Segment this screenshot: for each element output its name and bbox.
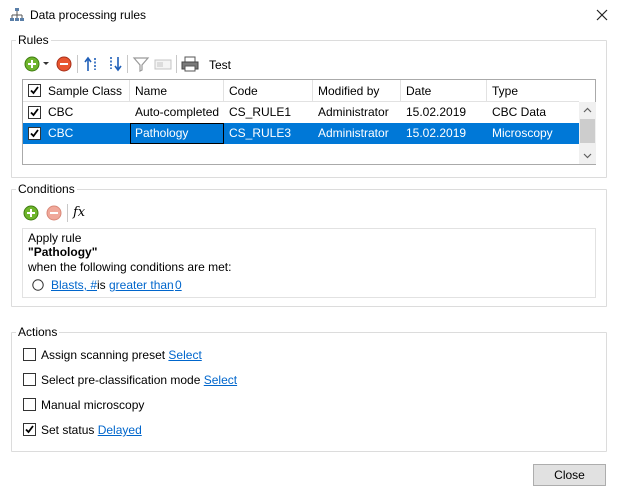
cell-type: CBC Data: [492, 105, 547, 119]
close-icon[interactable]: [590, 3, 614, 27]
rules-table: Sample Class Name Code Modified by Date …: [22, 79, 596, 165]
filter-icon[interactable]: [132, 55, 150, 73]
cell-type: Microscopy: [492, 126, 553, 140]
add-icon[interactable]: [22, 204, 40, 222]
move-up-icon[interactable]: [83, 55, 101, 73]
remove-icon: [46, 205, 62, 221]
column-header-date[interactable]: Date: [401, 80, 487, 102]
cell-modified-by: Administrator: [318, 105, 389, 119]
status-value-link[interactable]: Delayed: [98, 423, 142, 437]
table-row[interactable]: CBC Auto-completed CS_RULE1 Administrato…: [23, 102, 579, 123]
condition-value-link[interactable]: 0: [175, 278, 182, 292]
window-title: Data processing rules: [30, 8, 147, 22]
cell-name[interactable]: Pathology: [130, 123, 224, 144]
test-button[interactable]: Test: [209, 58, 231, 72]
hierarchy-icon: [10, 8, 24, 21]
action-select-link[interactable]: Select: [168, 348, 201, 362]
cell-name: Auto-completed: [135, 105, 220, 119]
action-assign-scanning-preset[interactable]: Assign scanning preset Select: [23, 348, 323, 364]
cell-code: CS_RULE3: [229, 126, 292, 140]
move-down-icon[interactable]: [105, 55, 123, 73]
when-conditions-text: when the following conditions are met:: [28, 260, 232, 274]
condition-is-text: is: [97, 278, 106, 292]
action-label: Assign scanning preset: [41, 348, 166, 362]
condition-operator-link[interactable]: greater than: [109, 278, 174, 292]
condition-editor: Apply rule "Pathology" when the followin…: [22, 228, 596, 298]
scroll-down-icon[interactable]: [579, 147, 596, 164]
apply-rule-text: Apply rule: [28, 231, 82, 245]
print-icon[interactable]: [181, 55, 199, 73]
action-checkbox[interactable]: [23, 348, 36, 361]
action-label: Set status: [41, 423, 95, 437]
column-header-name[interactable]: Name: [130, 80, 224, 102]
conditions-group-label: Conditions: [16, 182, 77, 196]
scrollbar-thumb[interactable]: [580, 119, 595, 143]
toolbar-separator: [176, 55, 177, 73]
condition-row[interactable]: Blasts, # is greater than 0: [32, 278, 432, 294]
action-set-status[interactable]: Set status Delayed: [23, 423, 323, 439]
cell-date: 15.02.2019: [406, 105, 467, 119]
table-row[interactable]: CBC Pathology CS_RULE3 Administrator 15.…: [23, 123, 579, 144]
action-label: Select pre-classification mode: [41, 373, 201, 387]
row-checkbox[interactable]: [28, 127, 41, 140]
scroll-up-icon[interactable]: [579, 102, 596, 119]
column-header-modified-by[interactable]: Modified by: [313, 80, 401, 102]
select-all-checkbox[interactable]: [28, 84, 41, 97]
table-header: Sample Class Name Code Modified by Date …: [23, 80, 579, 102]
action-select-link[interactable]: Select: [204, 373, 237, 387]
toolbar-separator: [127, 55, 128, 73]
vertical-scrollbar[interactable]: [579, 102, 596, 164]
edit-icon: [154, 59, 172, 70]
toolbar-separator: [77, 55, 78, 73]
column-header-type[interactable]: Type: [487, 80, 579, 102]
action-checkbox[interactable]: [23, 398, 36, 411]
toolbar-separator: [67, 204, 68, 222]
rule-name-text: "Pathology": [28, 245, 98, 259]
cell-sample-class: CBC: [48, 126, 74, 140]
column-header-code[interactable]: Code: [224, 80, 313, 102]
add-dropdown-icon[interactable]: [43, 62, 49, 66]
action-manual-microscopy[interactable]: Manual microscopy: [23, 398, 323, 414]
action-label: Manual microscopy: [41, 398, 145, 412]
title-bar: Data processing rules: [0, 0, 617, 30]
cell-sample-class: CBC: [48, 105, 74, 119]
row-checkbox[interactable]: [28, 106, 41, 119]
cell-modified-by: Administrator: [318, 126, 389, 140]
action-checkbox[interactable]: [23, 373, 36, 386]
actions-group-label: Actions: [16, 325, 60, 339]
cell-code: CS_RULE1: [229, 105, 292, 119]
close-button[interactable]: Close: [533, 464, 606, 486]
remove-icon[interactable]: [55, 55, 73, 73]
rules-group-label: Rules: [16, 33, 51, 47]
function-button[interactable]: fx: [73, 205, 85, 220]
action-checkbox[interactable]: [23, 423, 36, 436]
radio-icon[interactable]: [32, 279, 44, 291]
cell-date: 15.02.2019: [406, 126, 467, 140]
condition-field-link[interactable]: Blasts, #: [51, 278, 97, 292]
action-pre-classification-mode[interactable]: Select pre-classification mode Select: [23, 373, 323, 389]
column-header-sample-class[interactable]: Sample Class: [43, 80, 130, 102]
add-icon[interactable]: [24, 55, 42, 73]
